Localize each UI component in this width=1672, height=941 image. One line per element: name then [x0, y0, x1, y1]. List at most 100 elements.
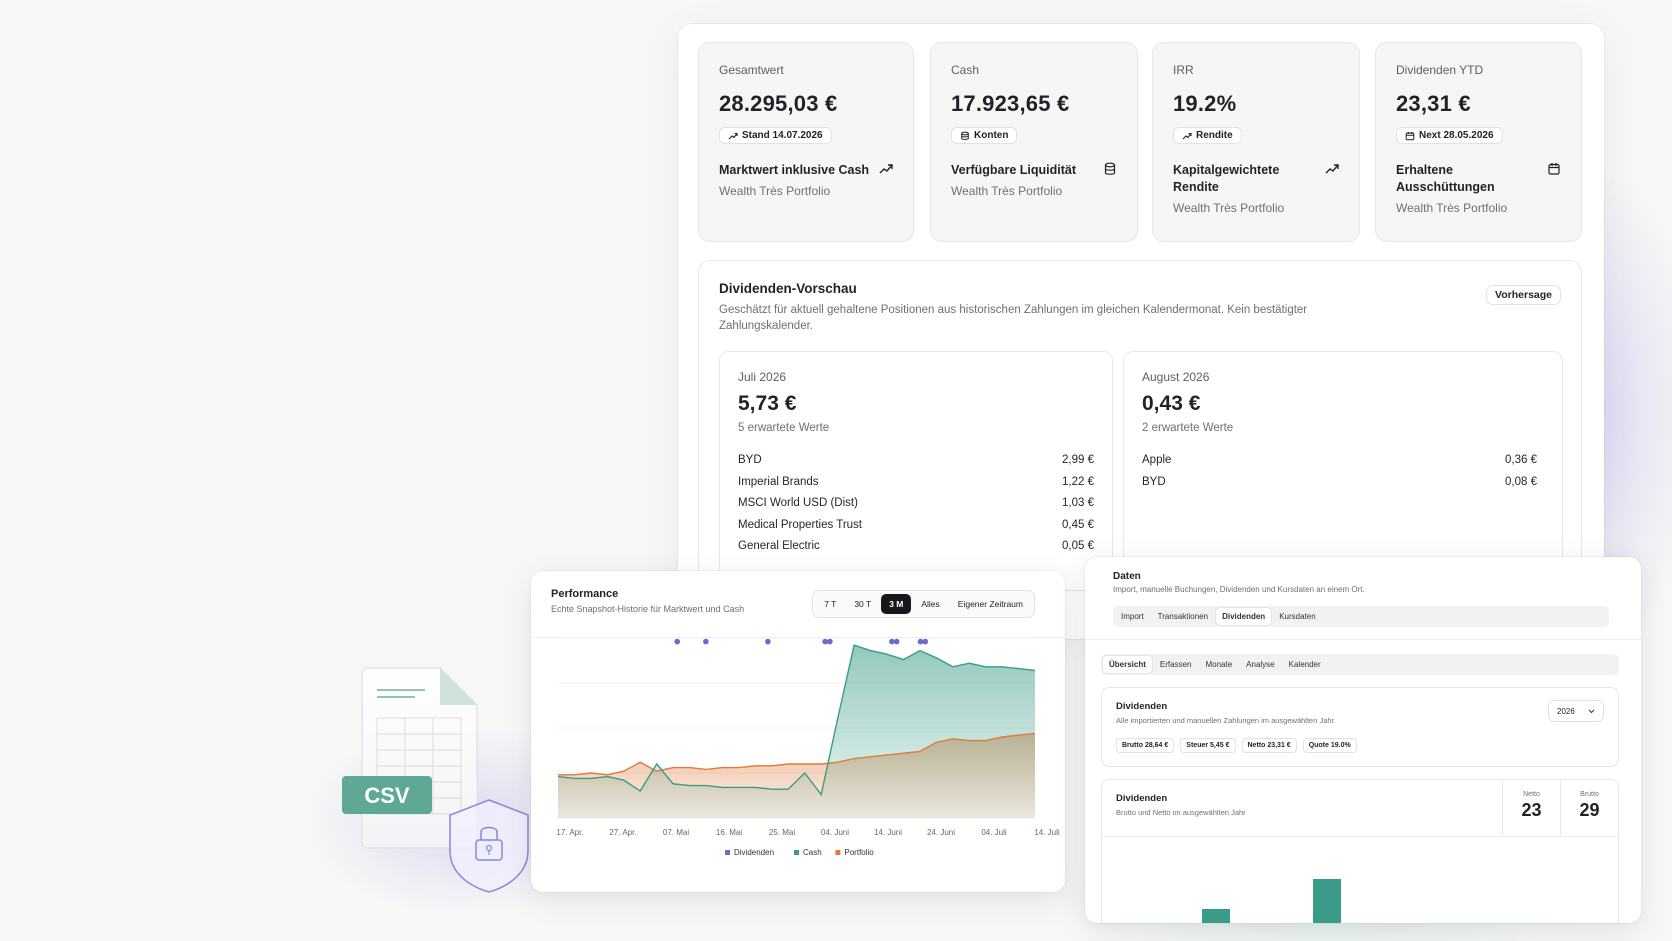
month-card-august: August 2026 0,43 € 2 erwartete Werte App…	[1123, 351, 1563, 591]
tab-import[interactable]: Import	[1115, 608, 1150, 625]
list-item: Imperial Brands 1,22 €	[738, 472, 1094, 494]
kpi-value: 17.923,65 €	[951, 91, 1070, 116]
subtab-kalender[interactable]: Kalender	[1283, 656, 1327, 673]
month-label: Juli 2026	[738, 370, 787, 384]
dividend-bar[interactable]	[1313, 878, 1341, 923]
x-tick-label: 16. Mai	[716, 828, 742, 837]
dividend-point[interactable]	[889, 638, 895, 645]
legend-swatch	[835, 850, 841, 855]
cash-area	[558, 645, 1035, 818]
dividends-summary-card: Dividenden Alle importierten und manuell…	[1101, 687, 1619, 767]
dividend-bar-chart	[1102, 836, 1618, 923]
csv-label: CSV	[364, 783, 410, 808]
kpi-card-dividenden-ytd[interactable]: Dividenden YTD 23,31 € Next 28.05.2026 E…	[1375, 42, 1582, 242]
database-icon	[961, 131, 969, 140]
dividend-subtabs: Übersicht Erfassen Monate Analyse Kalend…	[1101, 654, 1619, 675]
dividend-list: BYD 2,99 € Imperial Brands 1,22 € MSCI Wor…	[738, 450, 1094, 558]
dividend-point[interactable]	[893, 638, 900, 645]
kpi-description: Marktwert inklusive Cash	[719, 162, 870, 177]
dividend-point[interactable]	[917, 638, 924, 645]
kpi-description: Verfügbare Liquidität	[951, 162, 1077, 177]
position-name: BYD	[1142, 475, 1166, 488]
subtab-monate[interactable]: Monate	[1199, 656, 1238, 673]
kpi-card-cash[interactable]: Cash 17.923,65 € Konten Verfügbare Liqui…	[930, 42, 1138, 242]
x-tick-label: 04. Juli	[981, 828, 1007, 837]
position-name: MSCI World USD (Dist)	[738, 497, 858, 509]
dividend-point[interactable]	[822, 638, 828, 645]
metric-value: 29	[1579, 800, 1600, 820]
kpi-card-gesamtwert[interactable]: Gesamtwert 28.295,03 € Stand 14.07.2026 …	[698, 42, 914, 242]
position-amount: 0,08 €	[1505, 475, 1537, 488]
calendar-icon	[1548, 162, 1560, 175]
position-amount: 1,22 €	[1062, 475, 1094, 488]
list-item: MSCI World USD (Dist) 1,03 €	[738, 493, 1094, 515]
position-name: Medical Properties Trust	[738, 518, 862, 531]
position-amount: 2,99 €	[1062, 454, 1094, 466]
x-tick-label: 14. Juni	[874, 828, 902, 837]
csv-security-illustration: CSV	[342, 667, 529, 893]
card-title: Daten	[1113, 571, 1141, 582]
kpi-card-irr[interactable]: IRR 19.2% Rendite Kapitalgewichtete Rend…	[1152, 42, 1360, 242]
kpi-portfolio-name: Wealth Très Portfolio	[1173, 200, 1285, 215]
dividend-point[interactable]	[765, 638, 771, 645]
kpi-label: Gesamtwert	[719, 63, 784, 77]
month-card-july: Juli 2026 5,73 € 5 erwartete Werte BYD 2,…	[719, 351, 1113, 591]
position-amount: 0,36 €	[1505, 454, 1537, 466]
kpi-label: IRR	[1173, 63, 1194, 77]
chip-steuer: Steuer 5,45 €	[1180, 738, 1236, 753]
section-description: Geschätzt für aktuell gehaltene Position…	[719, 304, 1308, 332]
section-title: Dividenden-Vorschau	[719, 281, 857, 296]
x-tick-label: 04. Juni	[821, 828, 849, 837]
position-name: Apple	[1142, 454, 1172, 466]
card-title: Dividenden	[1116, 793, 1168, 804]
dividend-point[interactable]	[674, 638, 681, 645]
subtab-uebersicht[interactable]: Übersicht	[1103, 656, 1152, 673]
list-item: Apple 0,36 €	[1142, 450, 1537, 472]
legend-item: Portfolio	[835, 848, 874, 857]
trend-up-icon	[728, 132, 738, 139]
dividend-point[interactable]	[703, 638, 709, 645]
x-tick-label: 17. Apr.	[556, 828, 583, 837]
subtab-erfassen[interactable]: Erfassen	[1154, 656, 1198, 673]
chip-quote: Quote 19.0%	[1302, 738, 1357, 753]
list-item: BYD 0,08 €	[1142, 472, 1537, 494]
dividend-point[interactable]	[827, 638, 833, 645]
subtab-analyse[interactable]: Analyse	[1240, 656, 1280, 673]
year-select[interactable]: 2026	[1548, 700, 1604, 722]
month-value: 0,43 €	[1142, 392, 1201, 415]
metric-label: Netto	[1523, 791, 1540, 798]
month-label: August 2026	[1142, 370, 1210, 384]
trend-up-icon	[1182, 132, 1192, 139]
kpi-badge-text: Stand 14.07.2026	[742, 130, 823, 141]
kpi-badge-text: Rendite	[1196, 130, 1233, 141]
kpi-description: Kapitalgewichtete Rendite	[1173, 162, 1280, 194]
list-item: BYD 2,99 €	[738, 450, 1094, 472]
position-name: Imperial Brands	[738, 475, 819, 488]
metric-value: 23	[1521, 800, 1542, 820]
performance-chart: 17. Apr. 27. Apr. 07. Mai 16. Mai 25. Mai 04.…	[556, 637, 1060, 857]
month-value: 5,73 €	[738, 392, 797, 415]
legend-label: Cash	[803, 848, 822, 857]
dividend-list: Apple 0,36 € BYD 0,08 €	[1142, 450, 1537, 493]
divider	[1085, 639, 1641, 640]
kpi-badge: Rendite	[1173, 127, 1242, 144]
kpi-label: Cash	[951, 63, 980, 77]
kpi-badge: Stand 14.07.2026	[719, 127, 832, 144]
kpi-badge: Konten	[951, 127, 1018, 144]
tab-dividenden[interactable]: Dividenden	[1216, 608, 1272, 625]
chip-brutto: Brutto 28,64 €	[1116, 738, 1175, 753]
tab-kursdaten[interactable]: Kursdaten	[1273, 608, 1321, 625]
tab-transaktionen[interactable]: Transaktionen	[1152, 608, 1214, 625]
dividend-bar[interactable]	[1202, 908, 1230, 923]
list-item: General Electric 0,05 €	[738, 536, 1094, 558]
legend-item: Cash	[794, 848, 822, 857]
kpi-badge-text: Next 28.05.2026	[1419, 130, 1494, 141]
legend-label: Dividenden	[734, 848, 774, 857]
kpi-value: 19.2%	[1173, 91, 1237, 116]
kpi-portfolio-name: Wealth Très Portfolio	[1396, 200, 1508, 215]
trend-up-icon	[1325, 163, 1339, 173]
position-amount: 1,03 €	[1062, 497, 1094, 509]
card-title: Dividenden	[1116, 701, 1168, 712]
dividend-point[interactable]	[922, 638, 929, 645]
forecast-badge: Vorhersage	[1486, 285, 1561, 305]
